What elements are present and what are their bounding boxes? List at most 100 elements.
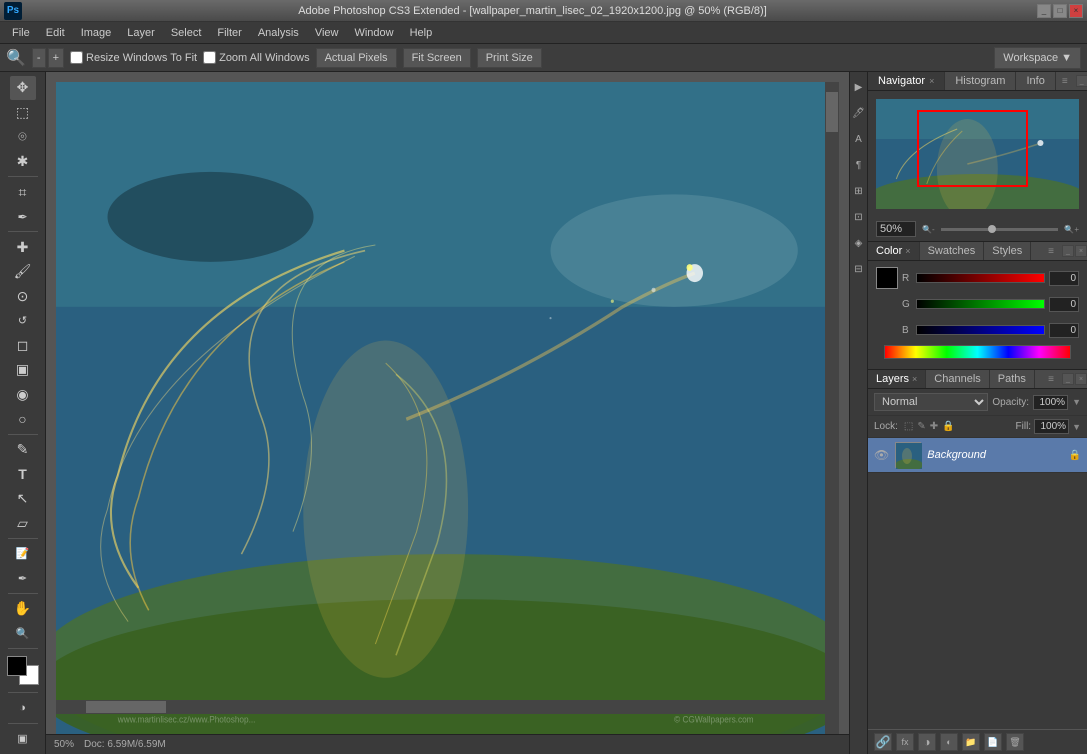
r-value-input[interactable] [1049, 271, 1079, 286]
menu-view[interactable]: View [307, 25, 347, 41]
stamp-tool[interactable]: ⊙ [10, 284, 36, 308]
color-tab-close[interactable]: × [905, 246, 910, 256]
heal-tool[interactable]: ✚ [10, 235, 36, 259]
zoom-input[interactable] [876, 221, 916, 237]
brush-tool[interactable]: 🖌 [10, 260, 36, 284]
nav-minimize[interactable]: _ [1076, 75, 1087, 87]
lock-all-icon[interactable]: 🔒 [942, 421, 954, 432]
fx-btn[interactable]: fx [896, 733, 914, 751]
fit-screen-button[interactable]: Fit Screen [403, 48, 471, 68]
r-slider[interactable] [916, 273, 1045, 283]
color-picker[interactable] [7, 656, 39, 685]
workspace-button[interactable]: Workspace ▼ [994, 47, 1081, 69]
layers-tab-close[interactable]: × [912, 374, 917, 384]
r-tool-6[interactable]: ⊡ [851, 206, 867, 228]
menu-analysis[interactable]: Analysis [250, 25, 307, 41]
r-tool-7[interactable]: ◈ [851, 232, 867, 254]
tab-navigator[interactable]: Navigator × [868, 72, 945, 90]
dodge-tool[interactable]: ○ [10, 407, 36, 431]
delete-layer-btn[interactable]: 🗑 [1006, 733, 1024, 751]
blur-tool[interactable]: ◉ [10, 383, 36, 407]
tab-color[interactable]: Color × [868, 242, 920, 260]
path-select-tool[interactable]: ↖ [10, 487, 36, 511]
eyedropper-tool[interactable]: ✒ [10, 205, 36, 229]
menu-filter[interactable]: Filter [209, 25, 249, 41]
screen-mode-btn[interactable]: ▣ [10, 727, 36, 751]
g-slider[interactable] [916, 299, 1045, 309]
tab-paths[interactable]: Paths [990, 370, 1035, 388]
r-tool-8[interactable]: ⊟ [851, 258, 867, 280]
foreground-swatch[interactable] [876, 267, 898, 289]
move-tool[interactable]: ✥ [10, 76, 36, 100]
fill-arrow[interactable]: ▼ [1072, 422, 1081, 432]
close-button[interactable]: × [1069, 4, 1083, 18]
lock-position-icon[interactable]: ✚ [930, 421, 938, 432]
vertical-scrollbar[interactable] [825, 82, 839, 734]
menu-help[interactable]: Help [402, 25, 441, 41]
adjustment-btn[interactable]: ◐ [940, 733, 958, 751]
tab-channels[interactable]: Channels [926, 370, 989, 388]
layer-item-background[interactable]: 👁 Background 🔒 [868, 438, 1087, 473]
r-tool-4[interactable]: ¶ [851, 154, 867, 176]
r-tool-1[interactable]: ▶ [851, 76, 867, 98]
opacity-arrow[interactable]: ▼ [1072, 397, 1081, 407]
r-tool-5[interactable]: ⊞ [851, 180, 867, 202]
eraser-tool[interactable]: ◻ [10, 334, 36, 358]
fill-input[interactable] [1034, 419, 1069, 434]
hscroll-thumb[interactable] [86, 701, 166, 713]
layers-minimize[interactable]: _ [1062, 373, 1074, 385]
color-minimize[interactable]: _ [1062, 245, 1074, 257]
color-spectrum[interactable] [884, 345, 1071, 359]
opacity-input[interactable] [1033, 395, 1068, 410]
zoom-out-btn[interactable]: - [32, 48, 46, 68]
zoom-tool[interactable]: 🔍 [10, 622, 36, 646]
hand-tool[interactable]: ✋ [10, 597, 36, 621]
blend-mode-select[interactable]: Normal Multiply Screen Overlay [874, 393, 988, 411]
r-tool-3[interactable]: A [851, 128, 867, 150]
crop-tool[interactable]: ⌗ [10, 180, 36, 204]
zoom-slider[interactable] [941, 228, 1059, 231]
print-size-button[interactable]: Print Size [477, 48, 542, 68]
type-tool[interactable]: T [10, 462, 36, 486]
menu-layer[interactable]: Layer [119, 25, 163, 41]
lock-image-icon[interactable]: ✎ [917, 421, 925, 432]
zoom-all-windows-checkbox[interactable]: Zoom All Windows [203, 51, 309, 64]
b-slider[interactable] [916, 325, 1045, 335]
tab-info[interactable]: Info [1016, 72, 1055, 90]
link-layers-btn[interactable]: 🔗 [874, 733, 892, 751]
menu-edit[interactable]: Edit [38, 25, 73, 41]
minimize-button[interactable]: _ [1037, 4, 1051, 18]
menu-file[interactable]: File [4, 25, 38, 41]
group-btn[interactable]: 📁 [962, 733, 980, 751]
color-close[interactable]: × [1075, 245, 1087, 257]
quick-select-tool[interactable]: ✱ [10, 150, 36, 174]
layers-close[interactable]: × [1075, 373, 1087, 385]
pen-tool[interactable]: ✎ [10, 438, 36, 462]
horizontal-scrollbar[interactable] [56, 700, 825, 714]
b-value-input[interactable] [1049, 323, 1079, 338]
tab-histogram[interactable]: Histogram [945, 72, 1016, 90]
foreground-color-swatch[interactable] [7, 656, 27, 676]
maximize-button[interactable]: □ [1053, 4, 1067, 18]
zoom-in-btn[interactable]: + [48, 48, 64, 68]
marquee-tool[interactable]: ⬚ [10, 101, 36, 125]
tab-layers[interactable]: Layers × [868, 370, 926, 388]
resize-windows-checkbox[interactable]: Resize Windows To Fit [70, 51, 197, 64]
vscroll-thumb[interactable] [826, 92, 838, 132]
layer-visibility-icon[interactable]: 👁 [874, 448, 889, 462]
navigator-panel-menu[interactable]: ≡ [1056, 74, 1074, 89]
g-value-input[interactable] [1049, 297, 1079, 312]
tab-styles[interactable]: Styles [984, 242, 1031, 260]
navigator-close[interactable]: × [929, 76, 934, 86]
lasso-tool[interactable]: ⌾ [10, 125, 36, 149]
eyedropper2-tool[interactable]: ✒ [10, 567, 36, 591]
menu-image[interactable]: Image [73, 25, 120, 41]
canvas-image[interactable]: www.martinlisec.cz/www.Photoshop... © CG… [56, 82, 839, 734]
quick-mask-btn[interactable]: ◑ [10, 696, 36, 720]
history-brush-tool[interactable]: ↺ [10, 309, 36, 333]
window-controls[interactable]: _ □ × [1037, 4, 1083, 18]
layers-panel-menu[interactable]: ≡ [1042, 372, 1060, 387]
shape-tool[interactable]: ▱ [10, 512, 36, 536]
gradient-tool[interactable]: ▣ [10, 358, 36, 382]
tab-swatches[interactable]: Swatches [920, 242, 985, 260]
